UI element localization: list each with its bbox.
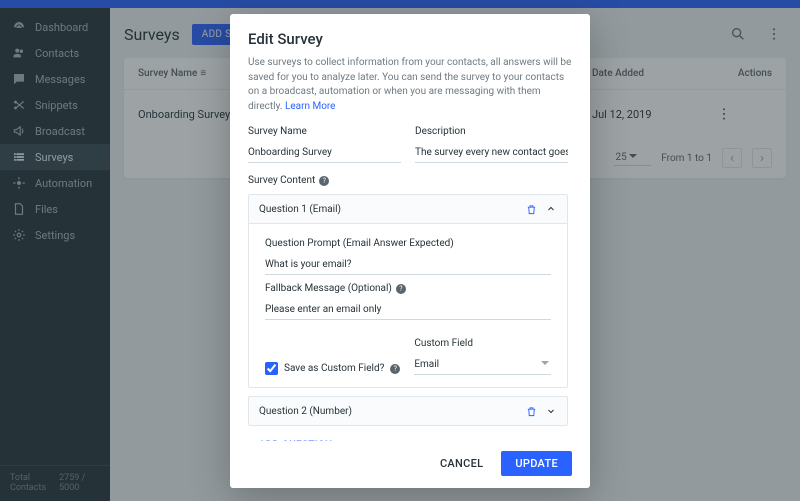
dialog-footer: CANCEL UPDATE (248, 441, 572, 476)
dialog-description: Use surveys to collect information from … (248, 56, 572, 114)
collapse-button[interactable] (545, 203, 557, 215)
checkbox-input[interactable] (265, 362, 278, 375)
cancel-button[interactable]: CANCEL (432, 451, 491, 476)
fallback-message-input[interactable] (265, 300, 551, 320)
survey-content-label: Survey Content? (248, 175, 568, 186)
field-label: Description (415, 126, 568, 137)
question-title: Question 1 (Email) (259, 204, 526, 215)
edit-survey-dialog: Edit Survey Use surveys to collect infor… (230, 14, 590, 488)
survey-desc-field: Description (415, 126, 568, 163)
expand-button[interactable] (545, 405, 557, 417)
survey-desc-input[interactable] (415, 143, 568, 163)
survey-name-field: Survey Name (248, 126, 401, 163)
question-2-card: Question 2 (Number) (248, 396, 568, 426)
field-label: Survey Name (248, 126, 401, 137)
question-1-body: Question Prompt (Email Answer Expected) … (249, 223, 567, 387)
add-question-button[interactable]: + ADD QUESTION (248, 434, 334, 441)
field-label: Custom Field (414, 338, 551, 349)
dialog-title: Edit Survey (248, 30, 572, 48)
help-icon[interactable]: ? (319, 176, 329, 186)
question-1-header[interactable]: Question 1 (Email) (249, 195, 567, 223)
chevron-up-icon (545, 203, 557, 215)
trash-icon (526, 204, 537, 215)
question-1-card: Question 1 (Email) Question Prompt (Emai… (248, 194, 568, 388)
question-2-header[interactable]: Question 2 (Number) (249, 397, 567, 425)
dialog-body[interactable]: Survey Name Description Survey Content? … (248, 126, 572, 441)
trash-icon (526, 406, 537, 417)
custom-field-select-wrap: Custom Field (414, 330, 551, 375)
help-icon[interactable]: ? (396, 284, 406, 294)
question-title: Question 2 (Number) (259, 406, 526, 417)
chevron-down-icon (545, 405, 557, 417)
custom-field-select[interactable] (414, 355, 551, 375)
field-label: Fallback Message (Optional) ? (265, 283, 551, 294)
update-button[interactable]: UPDATE (501, 451, 572, 476)
help-icon[interactable]: ? (390, 364, 400, 374)
question-prompt-input[interactable] (265, 255, 551, 275)
chevron-down-icon (541, 361, 549, 369)
survey-name-input[interactable] (248, 143, 401, 163)
delete-question-button[interactable] (526, 406, 537, 417)
field-label: Question Prompt (Email Answer Expected) (265, 238, 551, 249)
learn-more-link[interactable]: Learn More (285, 101, 336, 112)
save-custom-field-checkbox[interactable]: Save as Custom Field?? (265, 362, 400, 375)
delete-question-button[interactable] (526, 204, 537, 215)
